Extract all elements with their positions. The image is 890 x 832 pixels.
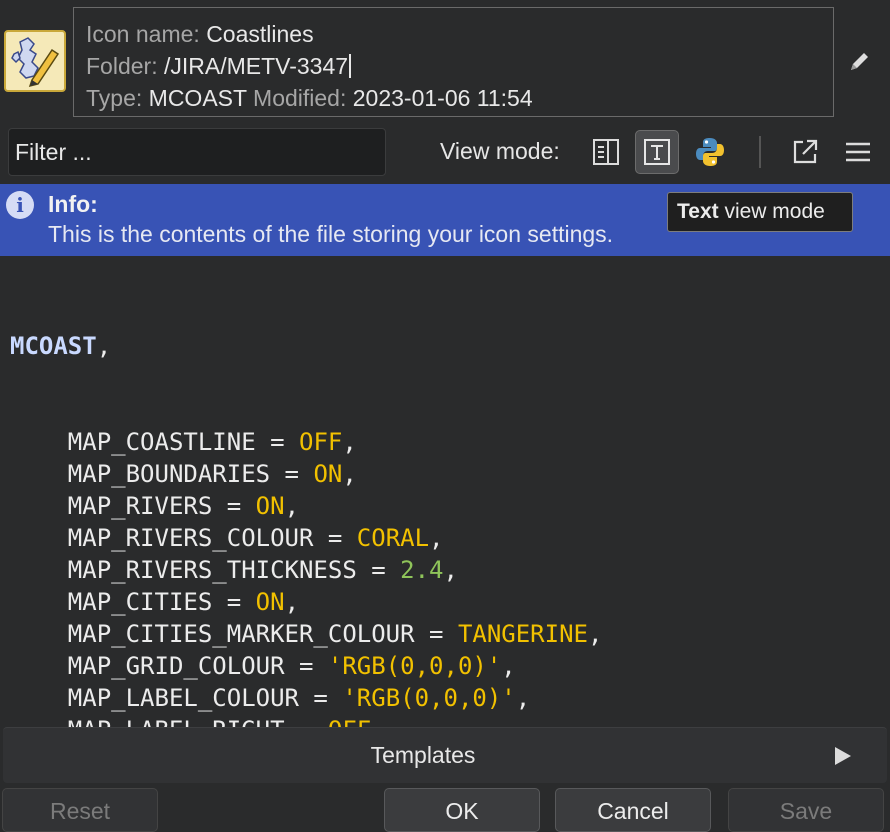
icon-info-box[interactable]: Icon name: Coastlines Folder: /JIRA/METV… <box>73 7 834 117</box>
param-value: OFF <box>299 428 343 456</box>
standard-view-icon <box>593 139 619 165</box>
open-external-button[interactable] <box>783 130 827 174</box>
reset-button[interactable]: Reset <box>2 788 158 832</box>
tooltip-bold: Text <box>677 200 719 223</box>
code-line: MAP_CITIES_MARKER_COLOUR = TANGERINE, <box>67 620 603 648</box>
param-name: MAP_RIVERS_THICKNESS <box>67 556 357 584</box>
param-name: MAP_BOUNDARIES <box>67 460 271 488</box>
filter-input[interactable]: Filter ... <box>8 128 386 176</box>
param-name: MAP_GRID_COLOUR <box>67 652 285 680</box>
type-row: Type: MCOAST Modified: 2023-01-06 11:54 <box>86 82 821 114</box>
code-lines: MAP_COASTLINE = OFF, MAP_BOUNDARIES = ON… <box>10 426 880 746</box>
param-name: MAP_CITIES <box>67 588 213 616</box>
icon-name-value: Coastlines <box>206 21 314 47</box>
templates-label: Templates <box>370 742 476 768</box>
folder-value: /JIRA/METV-3347 <box>163 53 349 79</box>
ok-button[interactable]: OK <box>384 788 540 832</box>
param-value: CORAL <box>356 524 430 552</box>
code-line: MAP_RIVERS_THICKNESS = 2.4, <box>67 556 458 584</box>
icon-header: Icon name: Coastlines Folder: /JIRA/METV… <box>0 0 890 124</box>
play-arrow-icon[interactable] <box>833 745 853 767</box>
toolbar: Filter ... View mode: <box>0 124 890 184</box>
map-icon <box>4 30 66 92</box>
open-external-icon <box>793 139 818 164</box>
pencil-icon[interactable] <box>845 48 873 76</box>
tooltip-rest: view mode <box>718 200 825 223</box>
view-mode-label: View mode: <box>440 138 560 164</box>
type-label: Type: <box>86 85 143 111</box>
code-line: MAP_GRID_COLOUR = 'RGB(0,0,0)', <box>67 652 516 680</box>
code-line: MAP_LABEL_COLOUR = 'RGB(0,0,0)', <box>67 684 531 712</box>
python-icon <box>696 138 724 166</box>
view-mode-tooltip: Text view mode <box>667 192 853 232</box>
menu-button[interactable] <box>836 130 880 174</box>
info-icon: i <box>6 191 34 219</box>
param-value: ON <box>255 492 285 520</box>
modified-label: Modified: <box>253 85 347 111</box>
param-value: ON <box>313 460 343 488</box>
param-value: 'RGB(0,0,0)' <box>327 652 502 680</box>
save-button[interactable]: Save <box>728 788 884 832</box>
param-value: TANGERINE <box>457 620 588 648</box>
param-value: 'RGB(0,0,0)' <box>342 684 516 712</box>
type-value: MCOAST <box>148 85 247 111</box>
code-line: MAP_CITIES = ON, <box>67 588 300 616</box>
code-line: MAP_RIVERS_COLOUR = CORAL, <box>67 524 444 552</box>
code-line: MAP_COASTLINE = OFF, <box>67 428 357 456</box>
param-name: MAP_RIVERS <box>67 492 213 520</box>
param-name: MAP_CITIES_MARKER_COLOUR <box>67 620 415 648</box>
param-name: MAP_LABEL_COLOUR <box>67 684 299 712</box>
code-editor[interactable]: MCOAST, MAP_COASTLINE = OFF, MAP_BOUNDAR… <box>0 256 890 744</box>
python-view-button[interactable] <box>688 130 732 174</box>
menu-icon <box>846 142 870 162</box>
code-verb: MCOAST <box>10 332 97 360</box>
param-value: 2.4 <box>400 556 444 584</box>
param-value: ON <box>255 588 285 616</box>
text-cursor <box>349 54 352 78</box>
param-name: MAP_COASTLINE <box>67 428 256 456</box>
text-view-icon <box>644 139 670 165</box>
templates-bar[interactable]: Templates <box>3 727 887 783</box>
icon-name-label: Icon name: <box>86 21 200 47</box>
cancel-button[interactable]: Cancel <box>555 788 711 832</box>
code-line-verb: MCOAST, <box>10 332 112 360</box>
code-line: MAP_BOUNDARIES = ON, <box>67 460 357 488</box>
folder-label: Folder: <box>86 53 158 79</box>
folder-row: Folder: /JIRA/METV-3347 <box>86 50 821 82</box>
code-line: MAP_RIVERS = ON, <box>67 492 300 520</box>
text-view-button[interactable] <box>635 130 679 174</box>
standard-view-button[interactable] <box>584 130 628 174</box>
modified-value: 2023-01-06 11:54 <box>352 85 533 111</box>
param-name: MAP_RIVERS_COLOUR <box>67 524 314 552</box>
toolbar-separator <box>759 136 761 168</box>
icon-name-row: Icon name: Coastlines <box>86 18 821 50</box>
